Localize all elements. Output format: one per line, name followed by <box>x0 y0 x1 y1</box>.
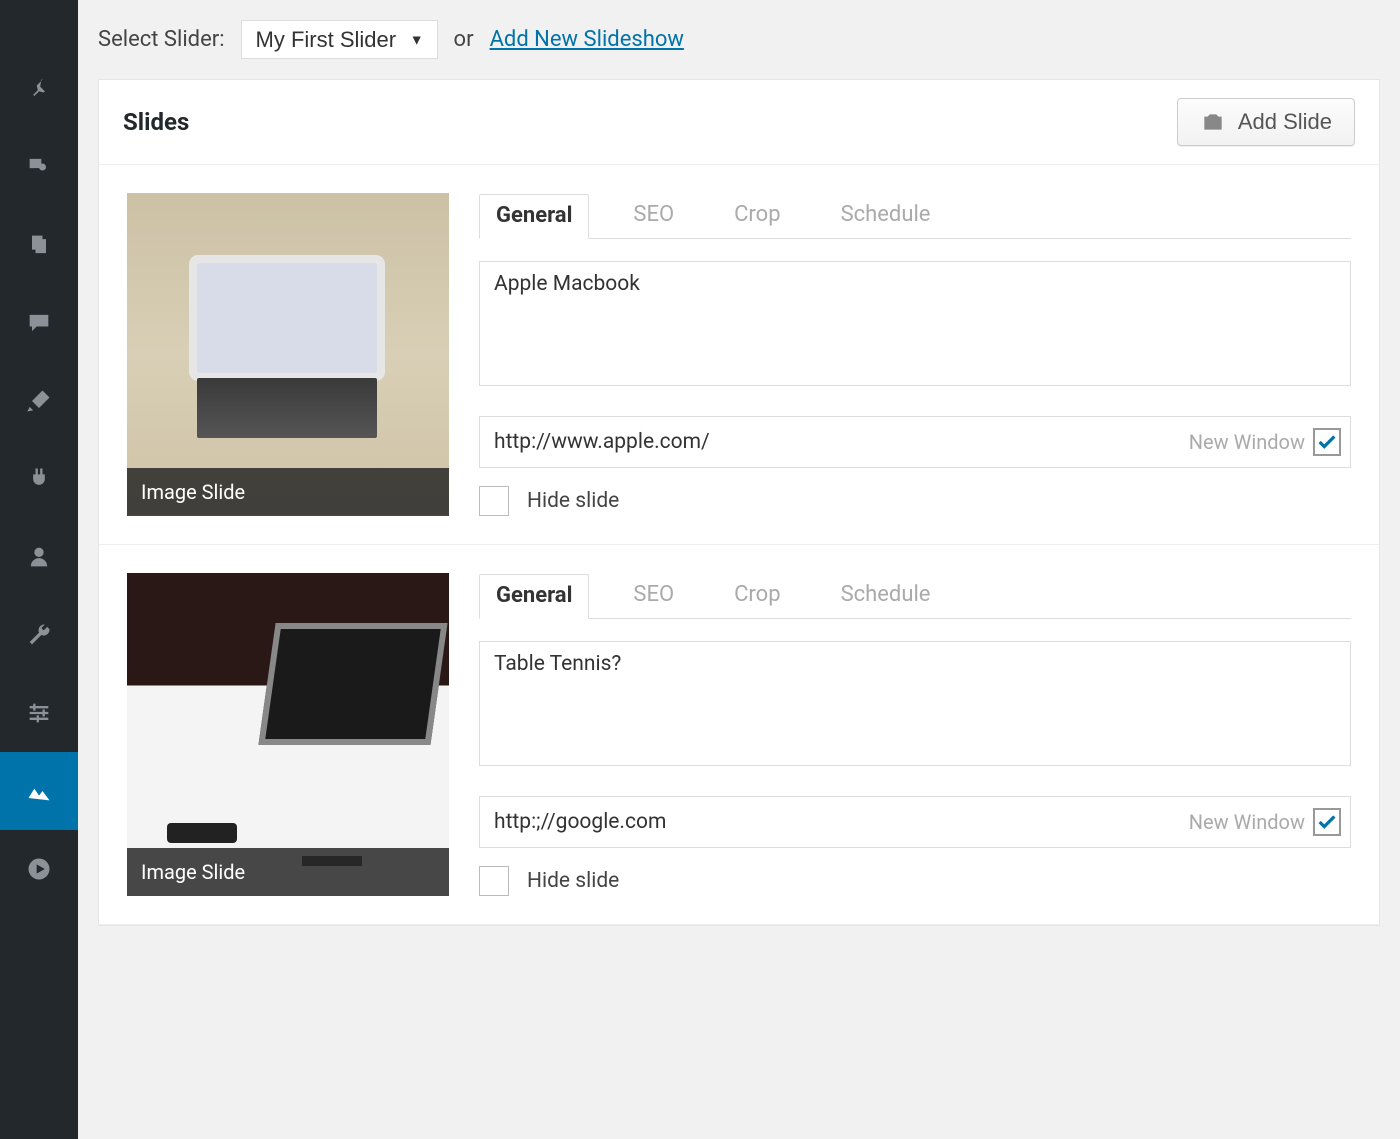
check-icon <box>1316 811 1338 833</box>
caption-input[interactable] <box>479 261 1351 386</box>
comment-icon <box>25 309 53 337</box>
tab-general[interactable]: General <box>479 194 589 239</box>
add-slide-button[interactable]: Add Slide <box>1177 98 1355 146</box>
add-new-slideshow-link[interactable]: Add New Slideshow <box>490 27 684 52</box>
hide-slide-checkbox[interactable] <box>479 866 509 896</box>
wrench-icon <box>25 621 53 649</box>
new-window-toggle[interactable]: New Window <box>1189 808 1341 836</box>
camera-icon <box>1200 109 1226 135</box>
slide-tabs: General SEO Crop Schedule <box>479 193 1351 239</box>
sidebar-item-appearance[interactable] <box>0 362 78 440</box>
slide-row: Image Slide General SEO Crop Schedule Ne… <box>99 165 1379 545</box>
new-window-label: New Window <box>1189 810 1305 834</box>
tab-schedule[interactable]: Schedule <box>825 574 947 619</box>
media-icon <box>25 153 53 181</box>
caption-input[interactable] <box>479 641 1351 766</box>
tab-seo[interactable]: SEO <box>617 194 690 239</box>
pin-icon <box>25 75 53 103</box>
main-content: Select Slider: My First Slider or Add Ne… <box>78 0 1400 1139</box>
sidebar-item-tools[interactable] <box>0 596 78 674</box>
hide-slide-label: Hide slide <box>527 869 619 893</box>
thumbnail-image <box>127 193 449 515</box>
slide-row: Image Slide General SEO Crop Schedule Ne… <box>99 545 1379 925</box>
brush-icon <box>25 387 53 415</box>
hide-slide-toggle[interactable]: Hide slide <box>479 866 1351 896</box>
sidebar-item-pages[interactable] <box>0 206 78 284</box>
sliders-icon <box>25 699 53 727</box>
sidebar-item-plugins[interactable] <box>0 440 78 518</box>
admin-sidebar <box>0 0 78 1139</box>
hide-slide-toggle[interactable]: Hide slide <box>479 486 1351 516</box>
slides-panel: Slides Add Slide Image Slide General SEO… <box>98 79 1380 926</box>
select-slider-label: Select Slider: <box>98 27 225 52</box>
sidebar-item-play[interactable] <box>0 830 78 908</box>
sidebar-item-pin[interactable] <box>0 50 78 128</box>
slider-icon <box>25 777 53 805</box>
slide-tabs: General SEO Crop Schedule <box>479 573 1351 619</box>
hide-slide-label: Hide slide <box>527 489 619 513</box>
slider-selector-row: Select Slider: My First Slider or Add Ne… <box>98 0 1380 79</box>
new-window-checkbox[interactable] <box>1313 808 1341 836</box>
pages-icon <box>25 231 53 259</box>
slide-form: General SEO Crop Schedule New Window Hid… <box>479 573 1351 896</box>
thumbnail-image <box>127 573 449 895</box>
new-window-label: New Window <box>1189 430 1305 454</box>
tab-crop[interactable]: Crop <box>718 574 796 619</box>
tab-crop[interactable]: Crop <box>718 194 796 239</box>
sidebar-item-media[interactable] <box>0 128 78 206</box>
sidebar-item-users[interactable] <box>0 518 78 596</box>
panel-header: Slides Add Slide <box>99 80 1379 165</box>
thumbnail-caption: Image Slide <box>127 848 449 896</box>
tab-schedule[interactable]: Schedule <box>825 194 947 239</box>
slider-select[interactable]: My First Slider <box>241 20 438 59</box>
new-window-toggle[interactable]: New Window <box>1189 428 1341 456</box>
tab-seo[interactable]: SEO <box>617 574 690 619</box>
slide-thumbnail[interactable]: Image Slide <box>127 193 449 516</box>
hide-slide-checkbox[interactable] <box>479 486 509 516</box>
sidebar-item-slider[interactable] <box>0 752 78 830</box>
panel-title: Slides <box>123 108 189 136</box>
plug-icon <box>25 465 53 493</box>
thumbnail-caption: Image Slide <box>127 468 449 516</box>
slide-form: General SEO Crop Schedule New Window Hid… <box>479 193 1351 516</box>
sidebar-item-settings[interactable] <box>0 674 78 752</box>
tab-general[interactable]: General <box>479 574 589 619</box>
or-text: or <box>454 27 474 52</box>
new-window-checkbox[interactable] <box>1313 428 1341 456</box>
check-icon <box>1316 431 1338 453</box>
add-slide-label: Add Slide <box>1238 109 1332 135</box>
user-icon <box>25 543 53 571</box>
play-circle-icon <box>25 855 53 883</box>
slide-thumbnail[interactable]: Image Slide <box>127 573 449 896</box>
sidebar-item-comments[interactable] <box>0 284 78 362</box>
